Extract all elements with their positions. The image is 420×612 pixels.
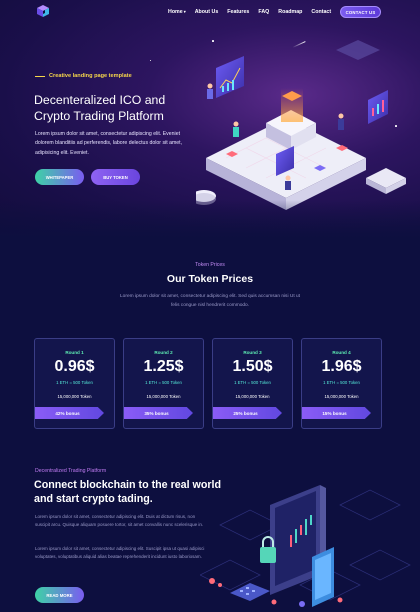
- contact-us-button[interactable]: CONTACT US: [340, 6, 381, 18]
- read-more-button[interactable]: READ MORE: [35, 587, 84, 603]
- hero-fade: [0, 200, 420, 238]
- nav-contact[interactable]: Contact: [311, 9, 331, 15]
- card-round: Round 3: [243, 350, 262, 355]
- section-subtitle: Token Prices: [195, 262, 225, 268]
- card-round: Round 4: [332, 350, 351, 355]
- landing-page: Home▾ About Us Features FAQ Roadmap Cont…: [0, 0, 420, 612]
- card-token-count: 15,000,000 Token: [57, 394, 92, 399]
- nav-home-label: Home: [168, 9, 183, 15]
- nav-roadmap[interactable]: Roadmap: [278, 9, 302, 15]
- card-bonus-badge: 42% bonus: [35, 407, 104, 419]
- chevron-down-icon: ▾: [183, 9, 186, 14]
- price-card[interactable]: Round 3 1.50$ 1 ETH = 500 Token 15,000,0…: [212, 338, 293, 429]
- card-bonus-badge: 25% bonus: [213, 407, 282, 419]
- card-round: Round 2: [154, 350, 173, 355]
- star-decoration: [150, 60, 151, 61]
- nav-home[interactable]: Home▾: [168, 9, 186, 15]
- trading-section: Decentralized Trading Platform Connect b…: [0, 443, 420, 612]
- card-token-count: 15,000,000 Token: [324, 394, 359, 399]
- section-title: Connect blockchain to the real world and…: [34, 479, 222, 505]
- hero-title: Decenteralized ICO and Crypto Trading Pl…: [34, 93, 166, 123]
- hero-tagline: Creative landing page template: [35, 73, 132, 79]
- token-prices-section: Token Prices Our Token Prices Lorem ipsu…: [0, 238, 420, 443]
- crypto-platform-illustration: [196, 40, 406, 210]
- nav-features[interactable]: Features: [227, 9, 249, 15]
- buy-token-button[interactable]: BUY TOKEN: [91, 169, 140, 185]
- paragraph: Lorem ipsum dolor sit amet, consectetur …: [35, 546, 205, 560]
- card-rate: 1 ETH = 500 Token: [323, 380, 360, 385]
- card-price: 1.96$: [321, 358, 362, 375]
- hero-section: Home▾ About Us Features FAQ Roadmap Cont…: [0, 0, 420, 238]
- price-card[interactable]: Round 4 1.96$ 1 ETH = 500 Token 15,000,0…: [301, 338, 382, 429]
- section-description: Lorem ipsum dolor sit amet, consectetur …: [120, 294, 300, 308]
- card-price: 0.96$: [54, 358, 95, 375]
- cube-logo-icon[interactable]: [36, 4, 50, 18]
- hero-description: Lorem ipsum dolor sit amet, consectetur …: [35, 131, 183, 156]
- whitepaper-button[interactable]: WHITEPAPER: [35, 169, 84, 185]
- tagline-dash: [35, 75, 45, 77]
- section-subtitle: Decentralized Trading Platform: [35, 468, 107, 474]
- card-price: 1.50$: [232, 358, 273, 375]
- card-bonus-badge: 35% bonus: [124, 407, 193, 419]
- card-rate: 1 ETH = 500 Token: [234, 380, 271, 385]
- card-rate: 1 ETH = 500 Token: [56, 380, 93, 385]
- card-bonus-badge: 15% bonus: [302, 407, 371, 419]
- price-cards: Round 1 0.96$ 1 ETH = 500 Token 15,000,0…: [34, 338, 386, 430]
- card-round: Round 1: [65, 350, 84, 355]
- nav-faq[interactable]: FAQ: [258, 9, 269, 15]
- nav-about[interactable]: About Us: [195, 9, 219, 15]
- blockchain-illustration: [200, 485, 411, 607]
- card-token-count: 15,000,000 Token: [235, 394, 270, 399]
- card-rate: 1 ETH = 500 Token: [145, 380, 182, 385]
- card-token-count: 15,000,000 Token: [146, 394, 181, 399]
- paragraph: Lorem ipsum dolor sit amet, consectetur …: [35, 514, 204, 528]
- tagline-text: Creative landing page template: [49, 73, 132, 79]
- price-card[interactable]: Round 1 0.96$ 1 ETH = 500 Token 15,000,0…: [34, 338, 115, 429]
- section-title: Our Token Prices: [166, 273, 254, 285]
- price-card[interactable]: Round 2 1.25$ 1 ETH = 500 Token 15,000,0…: [123, 338, 204, 429]
- main-nav: Home▾ About Us Features FAQ Roadmap Cont…: [168, 9, 331, 15]
- card-price: 1.25$: [143, 358, 184, 375]
